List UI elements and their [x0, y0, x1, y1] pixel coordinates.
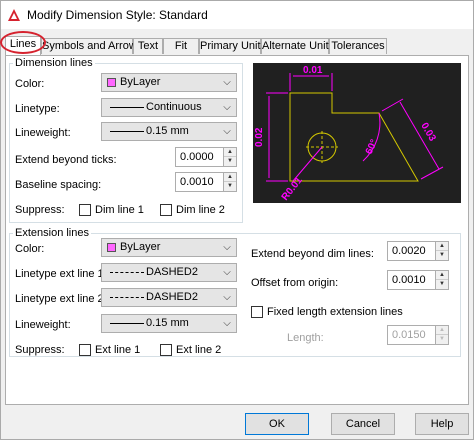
extend-beyond-ticks-spinner[interactable]: ▲ ▼	[175, 147, 237, 167]
cancel-button[interactable]: Cancel	[331, 413, 395, 435]
ext-linetype1-label: Linetype ext line 1:	[15, 268, 107, 280]
ext-lineweight-value: 0.15 mm	[146, 317, 189, 329]
dim-angle-text: 60°	[364, 138, 380, 156]
solid-line-sample	[110, 107, 144, 108]
length-label: Length:	[287, 332, 324, 344]
chevron-down-icon: ⌵	[223, 126, 231, 137]
dim-line1-checkbox[interactable]	[79, 204, 91, 216]
dim-color-value: ByLayer	[120, 76, 161, 88]
dashed-line-sample	[110, 297, 144, 298]
spin-up-icon[interactable]: ▲	[224, 173, 236, 182]
fixed-length-checkbox[interactable]	[251, 306, 263, 318]
ext-lineweight-dropdown[interactable]: 0.15 mm ⌵	[101, 314, 237, 333]
dim-color-label: Color:	[15, 78, 45, 90]
dim-lineweight-dropdown[interactable]: 0.15 mm ⌵	[101, 122, 237, 141]
dim-line2-label: Dim line 2	[176, 204, 225, 216]
bylayer-swatch	[107, 243, 116, 252]
preview-dimensions	[266, 73, 444, 182]
extend-beyond-ticks-label: Extend beyond ticks:	[15, 154, 117, 166]
ext-linetype2-label: Linetype ext line 2:	[15, 293, 107, 305]
spin-up-icon[interactable]: ▲	[224, 148, 236, 157]
tab-primary-units[interactable]: Primary Units	[199, 38, 266, 54]
dashed-line-sample	[110, 272, 144, 273]
solid-line-sample	[110, 323, 144, 324]
chevron-down-icon: ⌵	[223, 292, 231, 303]
dim-linetype-value: Continuous	[146, 101, 202, 113]
tab-fit[interactable]: Fit	[163, 38, 199, 54]
ext-linetype1-dropdown[interactable]: DASHED2 ⌵	[101, 263, 237, 282]
bylayer-swatch	[107, 78, 116, 87]
spin-up-icon[interactable]: ▲	[436, 271, 448, 280]
ext-line1-label: Ext line 1	[95, 344, 141, 356]
ext-line1-checkbox[interactable]	[79, 344, 91, 356]
chevron-down-icon: ⌵	[223, 77, 231, 88]
spin-buttons: ▲ ▼	[435, 242, 448, 260]
dim-radius-text: R0.01	[280, 175, 305, 203]
ext-color-label: Color:	[15, 243, 45, 255]
spin-buttons: ▲ ▼	[435, 326, 448, 344]
ext-line2-checkbox[interactable]	[160, 344, 172, 356]
spin-down-icon[interactable]: ▼	[436, 280, 448, 289]
dim-left-text: 0.02	[254, 127, 265, 147]
spin-up-icon[interactable]: ▲	[436, 242, 448, 251]
autocad-logo-icon	[8, 9, 20, 21]
length-spinner[interactable]: ▲ ▼	[387, 325, 449, 345]
dim-lineweight-label: Lineweight:	[15, 127, 71, 139]
tab-text[interactable]: Text	[133, 38, 163, 54]
dim-line1-label: Dim line 1	[95, 204, 144, 216]
dim-top-text: 0.01	[303, 65, 323, 76]
extension-lines-heading: Extension lines	[13, 227, 91, 239]
dimension-lines-heading: Dimension lines	[13, 57, 95, 69]
title-bar: Modify Dimension Style: Standard	[1, 1, 473, 29]
spin-buttons: ▲ ▼	[223, 173, 236, 191]
dim-linetype-dropdown[interactable]: Continuous ⌵	[101, 98, 237, 117]
dialog-window: Modify Dimension Style: Standard Lines S…	[0, 0, 474, 440]
ext-suppress-label: Suppress:	[15, 344, 65, 356]
ext-linetype2-value: DASHED2	[146, 291, 198, 303]
ext-color-dropdown[interactable]: ByLayer ⌵	[101, 238, 237, 257]
spin-down-icon[interactable]: ▼	[224, 157, 236, 166]
dim-line2-checkbox[interactable]	[160, 204, 172, 216]
dim-right-text: 0.03	[418, 121, 437, 144]
tab-alternate-units[interactable]: Alternate Units	[261, 38, 334, 54]
help-button[interactable]: Help	[415, 413, 469, 435]
ext-linetype2-dropdown[interactable]: DASHED2 ⌵	[101, 288, 237, 307]
extend-beyond-dim-lines-label: Extend beyond dim lines:	[251, 248, 374, 260]
dimension-preview: 0.01 0.02 0.03 60° R0.01	[253, 63, 461, 203]
chevron-down-icon: ⌵	[223, 267, 231, 278]
solid-line-sample	[110, 131, 144, 132]
offset-from-origin-label: Offset from origin:	[251, 277, 339, 289]
spin-down-icon[interactable]: ▼	[436, 335, 448, 344]
baseline-spacing-label: Baseline spacing:	[15, 179, 102, 191]
highlight-circle	[0, 31, 46, 54]
ok-button[interactable]: OK	[245, 413, 309, 435]
dim-color-dropdown[interactable]: ByLayer ⌵	[101, 73, 237, 92]
offset-from-origin-spinner[interactable]: ▲ ▼	[387, 270, 449, 290]
spin-up-icon[interactable]: ▲	[436, 326, 448, 335]
spin-buttons: ▲ ▼	[223, 148, 236, 166]
extend-beyond-dim-lines-spinner[interactable]: ▲ ▼	[387, 241, 449, 261]
tab-tolerances[interactable]: Tolerances	[329, 38, 387, 54]
chevron-down-icon: ⌵	[223, 102, 231, 113]
ext-lineweight-label: Lineweight:	[15, 319, 71, 331]
spin-down-icon[interactable]: ▼	[436, 251, 448, 260]
chevron-down-icon: ⌵	[223, 318, 231, 329]
chevron-down-icon: ⌵	[223, 242, 231, 253]
preview-dim-text: 0.01 0.02 0.03 60° R0.01	[254, 65, 438, 203]
tab-symbols-and-arrows[interactable]: Symbols and Arrows	[41, 38, 142, 54]
ext-line2-label: Ext line 2	[176, 344, 222, 356]
spin-down-icon[interactable]: ▼	[224, 182, 236, 191]
fixed-length-label: Fixed length extension lines	[267, 306, 403, 318]
spin-buttons: ▲ ▼	[435, 271, 448, 289]
preview-geometry	[289, 92, 419, 182]
dim-linetype-label: Linetype:	[15, 103, 60, 115]
baseline-spacing-spinner[interactable]: ▲ ▼	[175, 172, 237, 192]
ext-linetype1-value: DASHED2	[146, 266, 198, 278]
ext-color-value: ByLayer	[120, 241, 161, 253]
window-title: Modify Dimension Style: Standard	[27, 8, 208, 22]
dim-lineweight-value: 0.15 mm	[146, 125, 189, 137]
dim-suppress-label: Suppress:	[15, 204, 65, 216]
